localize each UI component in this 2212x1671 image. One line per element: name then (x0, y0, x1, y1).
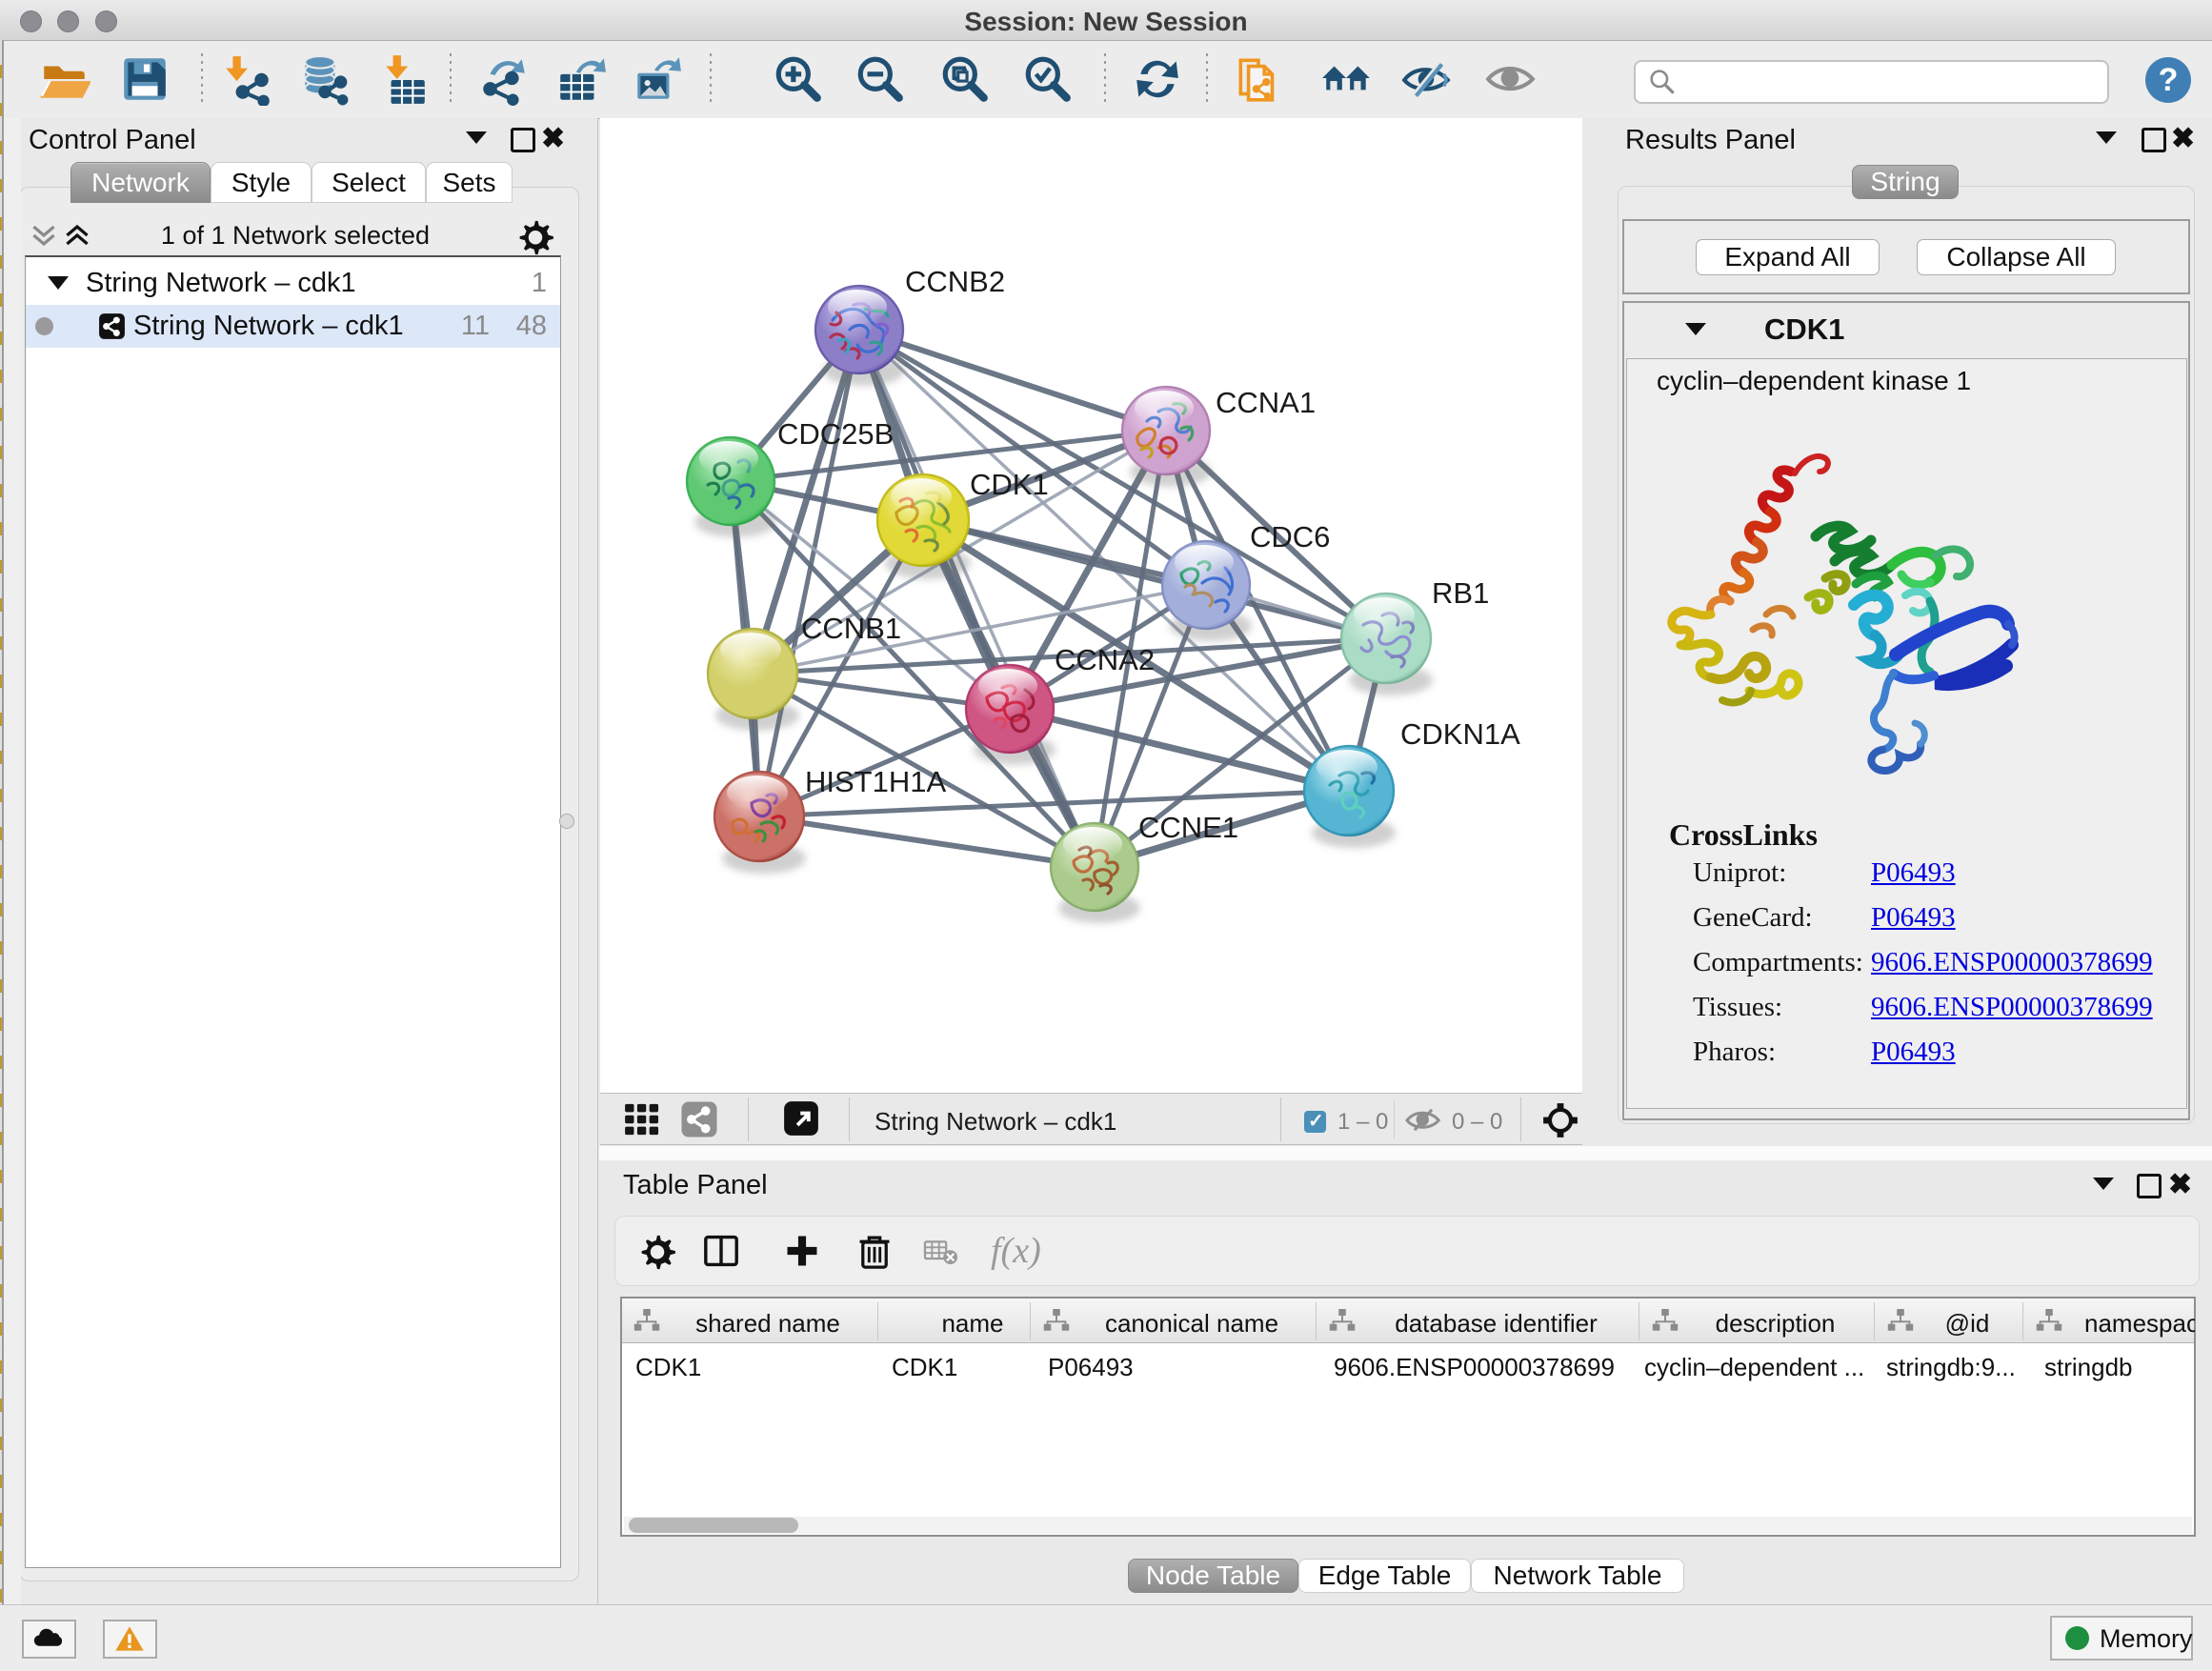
svg-text:CCNB2: CCNB2 (905, 265, 1005, 298)
svg-text:CCNA2: CCNA2 (1055, 643, 1155, 676)
svg-text:CDK1: CDK1 (970, 468, 1049, 501)
svg-text:CCNA1: CCNA1 (1216, 386, 1316, 419)
svg-text:CDC25B: CDC25B (777, 417, 894, 451)
svg-text:CDKN1A: CDKN1A (1400, 717, 1520, 751)
svg-text:HIST1H1A: HIST1H1A (805, 765, 946, 798)
svg-text:RB1: RB1 (1432, 576, 1489, 610)
svg-text:CCNE1: CCNE1 (1138, 811, 1238, 844)
svg-text:?: ? (2159, 62, 2179, 98)
svg-text:CCNB1: CCNB1 (801, 612, 901, 645)
svg-text:CDC6: CDC6 (1250, 520, 1330, 554)
